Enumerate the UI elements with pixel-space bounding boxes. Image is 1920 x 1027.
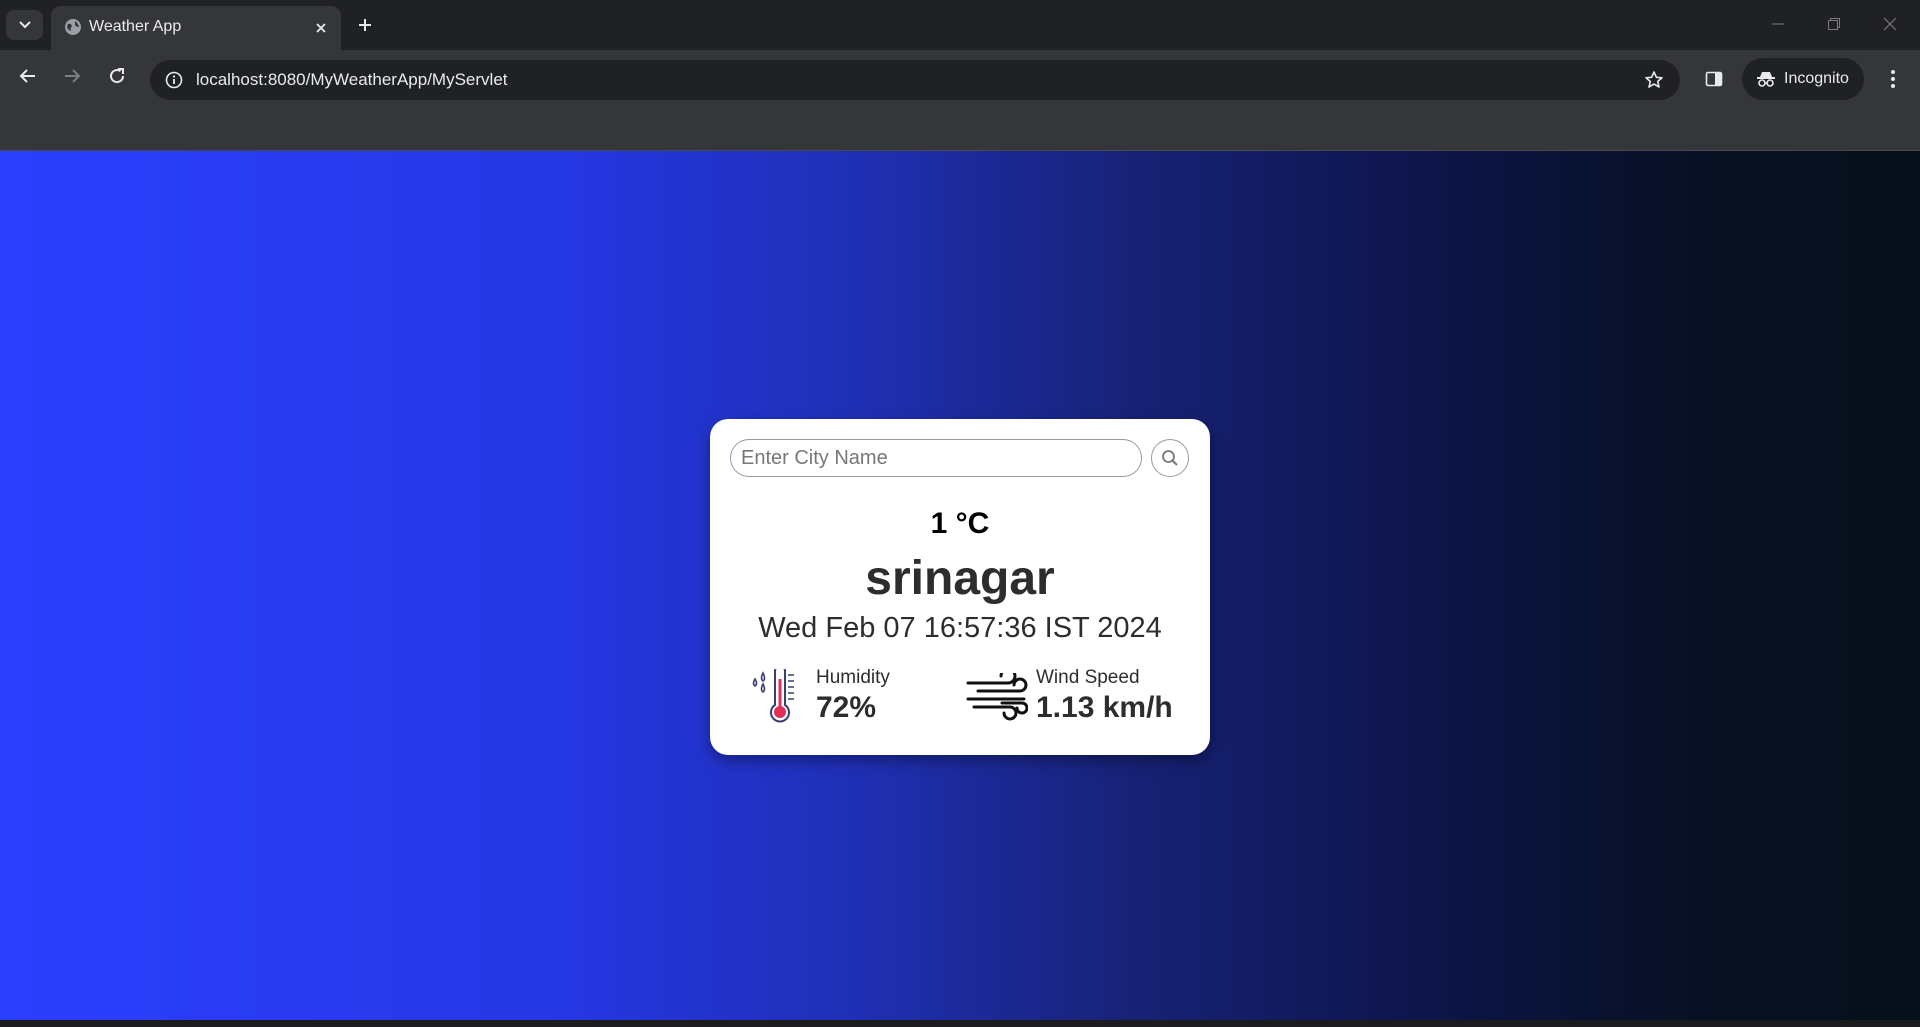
side-panel-button[interactable]	[1697, 62, 1731, 96]
bottom-edge	[0, 1020, 1920, 1027]
tab-search-button[interactable]	[6, 10, 43, 40]
bookmark-star-button[interactable]	[1638, 64, 1670, 96]
tab-close-button[interactable]	[309, 16, 333, 40]
star-icon	[1645, 71, 1663, 88]
restore-icon	[1828, 18, 1840, 30]
wind-icon	[966, 673, 1028, 721]
incognito-icon	[1757, 72, 1775, 87]
incognito-profile-button[interactable]: Incognito	[1742, 58, 1864, 100]
chevron-down-icon	[18, 21, 31, 29]
humidity-value: 72%	[816, 691, 877, 724]
temperature-value: 1 °C	[930, 507, 990, 540]
wind-speed-value: 1.13 km/h	[1036, 691, 1173, 724]
forward-button[interactable]	[54, 58, 90, 94]
tab-weather-app[interactable]: Weather App	[51, 6, 341, 50]
city-name: srinagar	[865, 552, 1055, 605]
browser-window: Weather App localhost:8080/MyWeatherApp/…	[0, 0, 1920, 1027]
humidity-label: Humidity	[816, 667, 890, 688]
tab-title: Weather App	[89, 18, 182, 35]
window-close-button[interactable]	[1866, 6, 1914, 42]
tab-strip: Weather App	[0, 0, 1920, 50]
page-viewport: 1 °C srinagar Wed Feb 07 16:57:36 IST 20…	[0, 151, 1920, 1020]
globe-icon	[65, 19, 81, 35]
plus-icon	[359, 19, 371, 31]
address-bar[interactable]: localhost:8080/MyWeatherApp/MyServlet	[150, 60, 1680, 100]
minimize-button[interactable]	[1754, 6, 1802, 42]
humidity-thermometer-icon	[752, 669, 794, 723]
browser-toolbar: localhost:8080/MyWeatherApp/MyServlet In…	[0, 50, 1920, 102]
arrow-right-icon	[65, 69, 81, 83]
address-url: localhost:8080/MyWeatherApp/MyServlet	[196, 70, 508, 89]
side-panel-icon	[1705, 71, 1723, 87]
weather-card: 1 °C srinagar Wed Feb 07 16:57:36 IST 20…	[710, 419, 1210, 755]
site-info-button[interactable]	[158, 64, 190, 96]
incognito-label: Incognito	[1784, 70, 1849, 87]
bookmarks-bar	[0, 102, 1920, 151]
close-icon	[316, 23, 326, 33]
reload-button[interactable]	[99, 58, 135, 94]
city-search-input[interactable]	[730, 439, 1142, 477]
wind-speed-label: Wind Speed	[1036, 667, 1140, 688]
search-icon	[1162, 450, 1178, 466]
arrow-left-icon	[19, 69, 35, 83]
close-icon	[1883, 17, 1897, 31]
search-button[interactable]	[1151, 439, 1189, 477]
back-button[interactable]	[10, 58, 46, 94]
restore-button[interactable]	[1810, 6, 1858, 42]
info-icon	[165, 71, 183, 89]
new-tab-button[interactable]	[350, 10, 380, 40]
browser-menu-button[interactable]	[1878, 62, 1908, 96]
date-time: Wed Feb 07 16:57:36 IST 2024	[758, 612, 1162, 644]
minimize-icon	[1772, 23, 1784, 25]
reload-icon	[110, 68, 125, 84]
more-vertical-icon	[1891, 70, 1895, 88]
